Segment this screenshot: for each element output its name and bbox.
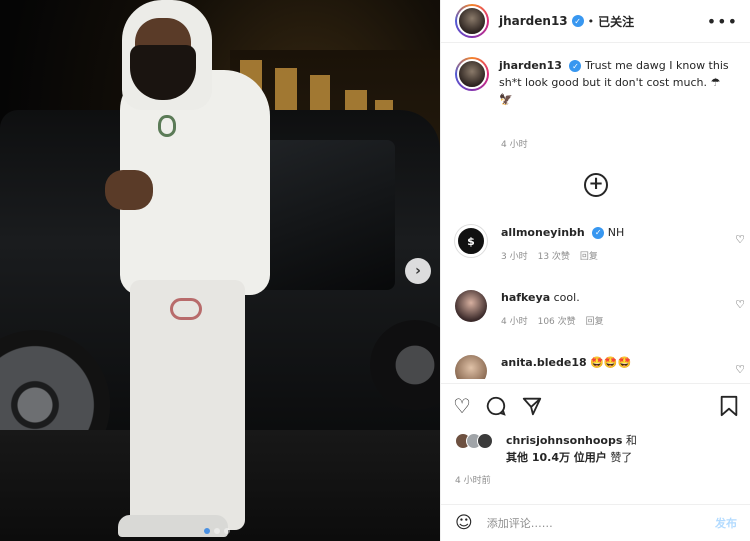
reply-button[interactable]: 回复 <box>586 314 604 327</box>
heart-icon[interactable]: ♡ <box>735 298 745 311</box>
comment-avatar[interactable] <box>455 355 487 379</box>
likes-conjunction: 和 <box>625 434 637 447</box>
likes-suffix: 赞了 <box>610 451 633 464</box>
plus-circle-icon: + <box>588 173 604 194</box>
heart-icon[interactable]: ♡ <box>453 396 471 416</box>
comment-avatar[interactable]: $ <box>455 225 487 257</box>
comment-username[interactable]: allmoneyinbh <box>501 226 585 239</box>
carousel-dot <box>224 528 230 534</box>
post-comment-button[interactable]: 发布 <box>715 515 737 531</box>
post-header: jharden13 ✓ • 已关注 ••• <box>441 0 750 43</box>
author-username[interactable]: jharden13 <box>499 14 568 28</box>
comment-text: NH <box>607 226 625 239</box>
comment-icon[interactable] <box>485 395 507 417</box>
bookmark-icon[interactable] <box>719 395 739 417</box>
reply-button[interactable]: 回复 <box>580 249 598 262</box>
carousel-dot <box>204 528 210 534</box>
comment-item: anita.blede18 🤩🤩🤩 ♡ <box>455 355 745 379</box>
comment-likes[interactable]: 106 次赞 <box>538 314 576 327</box>
heart-icon[interactable]: ♡ <box>735 363 745 376</box>
post-actions: ♡ <box>441 383 750 428</box>
comment-time: 4 小时 <box>501 317 528 327</box>
share-icon[interactable] <box>521 395 543 417</box>
comment-username[interactable]: hafkeya <box>501 291 550 304</box>
comment-item: $ allmoneyinbh ✓ NH 3 小时 13 次赞 回复 ♡ <box>455 225 745 262</box>
carousel-dots <box>204 528 230 534</box>
caption-author-avatar[interactable] <box>455 57 489 91</box>
comment-avatar[interactable] <box>455 290 487 322</box>
liker-avatars <box>455 433 493 449</box>
emoji-icon[interactable]: ☺ <box>455 513 473 533</box>
next-slide-button[interactable]: › <box>405 258 431 284</box>
author-avatar[interactable] <box>455 4 489 38</box>
verified-badge-icon: ✓ <box>571 15 584 27</box>
caption: jharden13 ✓ Trust me dawg I know this sh… <box>441 43 750 163</box>
caption-username[interactable]: jharden13 <box>499 59 562 72</box>
comment-time: 3 小时 <box>501 252 528 262</box>
post-photo[interactable]: › <box>0 0 440 541</box>
more-horizontal-icon[interactable]: ••• <box>707 12 738 31</box>
post-side-panel: jharden13 ✓ • 已关注 ••• jharden13 ✓ Trust … <box>440 0 750 541</box>
heart-icon[interactable]: ♡ <box>735 233 745 246</box>
carousel-dot <box>214 528 220 534</box>
likes-count-link[interactable]: 其他 10.4万 位用户 <box>506 451 607 464</box>
verified-badge-icon: ✓ <box>569 60 582 72</box>
comment-item: hafkeya cool. 4 小时 106 次赞 回复 ♡ <box>455 290 745 327</box>
post-timestamp: 4 小时前 <box>455 476 491 486</box>
add-comment-bar: ☺ 添加评论…… 发布 <box>441 504 750 541</box>
chevron-right-icon: › <box>415 263 421 279</box>
likes-summary: chrisjohnsonhoops 和 其他 10.4万 位用户 赞了 <box>455 432 637 466</box>
comment-username[interactable]: anita.blede18 <box>501 356 587 369</box>
follow-status-button[interactable]: 已关注 <box>598 13 634 30</box>
liker-username[interactable]: chrisjohnsonhoops <box>506 434 622 447</box>
comment-likes[interactable]: 13 次赞 <box>538 249 570 262</box>
comment-text: 🤩🤩🤩 <box>590 356 632 369</box>
verified-badge-icon: ✓ <box>592 227 605 239</box>
load-more-comments-button[interactable]: + <box>584 173 608 197</box>
caption-time: 4 小时 <box>501 140 528 150</box>
comment-text: cool. <box>553 291 580 304</box>
person <box>100 0 280 541</box>
separator-dot: • <box>587 14 595 28</box>
comment-input[interactable]: 添加评论…… <box>487 515 715 531</box>
